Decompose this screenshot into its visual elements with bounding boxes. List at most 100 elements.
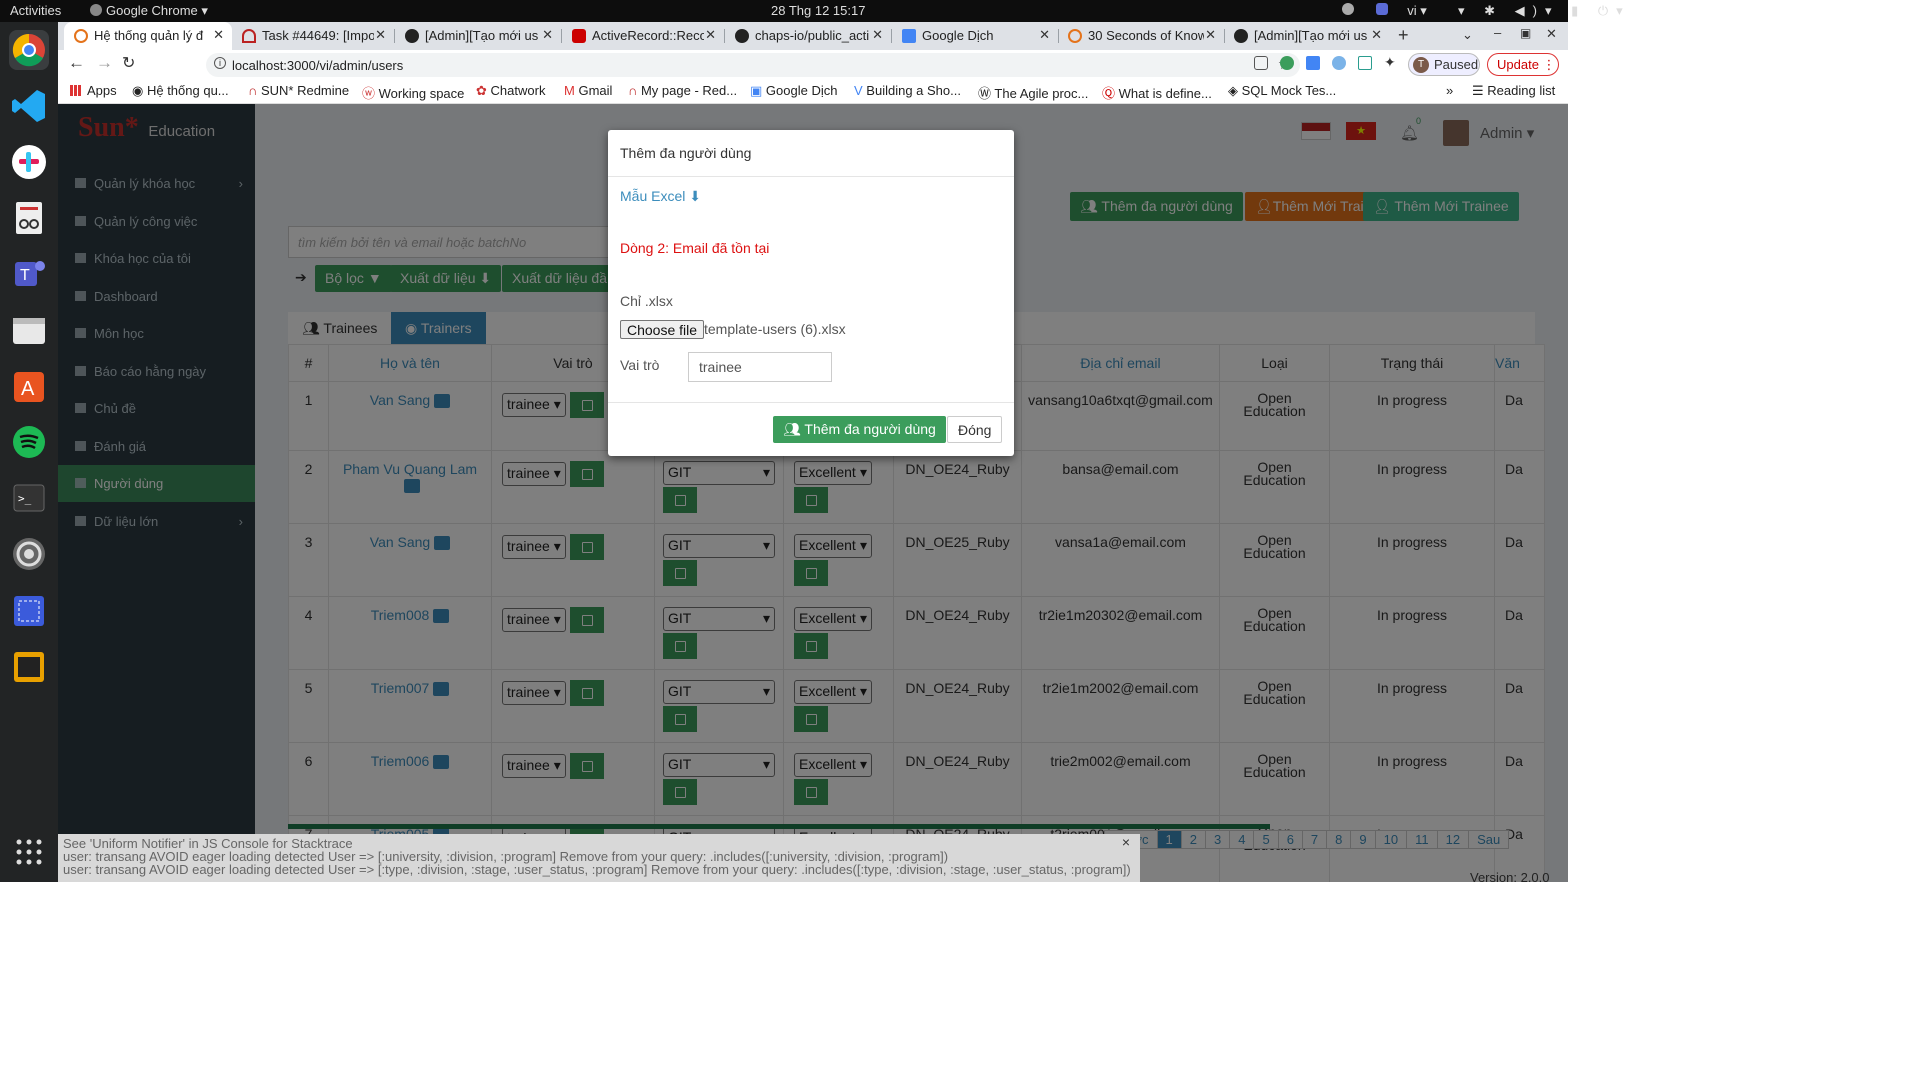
app-menu[interactable]: Google Chrome ▾ [90,3,208,19]
slack-dock-icon[interactable] [9,142,49,182]
bookmark[interactable]: Ⓠ What is define... [1102,83,1212,102]
input-language: vi [1407,3,1417,18]
update-button[interactable]: Update ⋮ [1487,53,1559,76]
reading-list[interactable]: ☰ Reading list [1472,83,1555,99]
github-favicon-icon [405,29,419,43]
avatar: T [1413,57,1429,73]
terminal-dock-icon[interactable]: >_ [9,478,49,518]
chatwork-icon: ✿ [476,83,487,98]
url-text: localhost:3000/vi/admin/users [232,58,404,73]
maximize-icon[interactable]: ▣ [1520,26,1531,40]
github-favicon-icon [735,29,749,43]
bookmark[interactable]: ◉ Hệ thống qu... [132,83,229,99]
uniform-notifier-panel: See 'Uniform Notifier' in JS Console for… [58,834,1140,882]
tab[interactable]: chaps-io/public_acti ✕ [725,22,891,50]
close-tab-icon: ✕ [213,27,224,42]
chrome-small-icon [90,4,102,16]
bookmark[interactable]: ◈ SQL Mock Tes... [1228,83,1336,99]
file-hint: Chỉ .xlsx [620,293,673,309]
close-notifier-icon[interactable]: × [1122,835,1130,849]
translate-extension-icon[interactable] [1306,56,1320,70]
clock[interactable]: 28 Thg 12 15:17 [771,3,865,18]
dock: T A >_ [0,22,58,882]
screenshot-dock-icon[interactable] [9,590,49,630]
close-modal-button[interactable]: Đóng [947,416,1003,443]
choose-file-button[interactable]: Choose file [620,320,705,339]
globe-icon: ◉ [132,83,144,98]
knowledge-favicon-icon [1068,29,1082,43]
redmine-icon: ∩ [628,83,638,98]
show-apps-icon[interactable] [9,832,49,872]
gmail-icon: M [564,83,575,98]
divider [608,176,1014,177]
new-tab-icon[interactable]: + [1398,25,1409,46]
bookmarks-bar: Apps ◉ Hệ thống qu... ∩ SUN* Redmine ⓦ W… [58,78,1568,104]
bookmark[interactable]: ∩ SUN* Redmine [248,83,349,98]
pocket-extension-icon[interactable] [1254,56,1268,70]
bookmark[interactable]: ▣ Google Dịch [750,83,837,99]
forward-icon[interactable]: → [96,53,113,73]
profile-button[interactable]: T Paused [1408,53,1480,76]
puzzle-extensions-icon[interactable]: ✦ [1384,54,1396,71]
vscode-dock-icon[interactable] [9,86,49,126]
tray-icons[interactable]: vi ▾ [1342,3,1427,19]
tab[interactable]: ActiveRecord::Recor ✕ [562,22,724,50]
tab[interactable]: 30 Seconds of Know ✕ [1058,22,1224,50]
google-translate-favicon-icon [902,29,916,43]
chrome-dock-icon[interactable] [9,30,49,70]
tab[interactable]: Task #44649: [Impor ✕ [232,22,394,50]
bookmark[interactable]: ∩ My page - Red... [628,83,737,98]
bookmark-apps[interactable]: Apps [70,83,117,98]
excel-template-link[interactable]: Mẫu Excel ⬇ [620,188,701,205]
screen-recorder-dock-icon[interactable] [9,646,49,686]
activities-button[interactable]: Activities [10,3,61,18]
bookmark[interactable]: V Building a Sho... [854,83,961,98]
tab[interactable]: Hệ thống quản lý đ ✕ [64,22,232,50]
files-dock-icon[interactable] [9,310,49,350]
working-space-icon: ⓦ [362,86,376,101]
settings-tray-icon [1342,3,1354,15]
tab[interactable]: [Admin][Tạo mới us ✕ [395,22,561,50]
extension-icon[interactable] [1332,56,1346,70]
globe-favicon-icon [74,29,88,43]
submit-add-users-button[interactable]: 👥︎ Thêm đa người dùng [773,416,946,443]
tab[interactable]: [Admin][Tạo mới us ✕ [1224,22,1390,50]
reading-list-icon: ☰ [1472,83,1484,98]
close-tab-icon: ✕ [1205,27,1216,42]
tab-search-icon[interactable]: ⌄ [1462,27,1473,43]
web-page: Sun* Education Quản lý khóa học›Quản lý … [58,104,1568,882]
settings-dock-icon[interactable] [9,534,49,574]
role-input[interactable]: trainee [688,352,832,382]
bookmark[interactable]: M Gmail [564,83,612,98]
role-label: Vai trò [620,357,660,373]
extension-icon[interactable] [1358,56,1372,70]
wordpress-icon: Ⓦ [978,86,992,101]
address-bar[interactable]: i localhost:3000/vi/admin/users ☆ [206,53,1300,77]
status-icons[interactable]: ▾ ✱ ◀)▾ ▮ ⏻▾ [1458,3,1631,19]
link-icon: V [854,83,863,98]
quora-icon: Ⓠ [1102,86,1116,101]
tab[interactable]: Google Dịch ✕ [892,22,1058,50]
close-tab-icon: ✕ [1371,27,1382,42]
spotify-dock-icon[interactable] [9,422,49,462]
more-bookmarks-icon[interactable]: » [1446,83,1453,98]
github-favicon-icon [1234,29,1248,43]
diamond-icon: ◈ [1228,83,1238,98]
close-tab-icon: ✕ [375,27,386,42]
extension-icon[interactable] [1280,56,1294,70]
document-viewer-dock-icon[interactable] [9,198,49,238]
close-tab-icon: ✕ [542,27,553,42]
close-window-icon[interactable]: ✕ [1546,26,1557,42]
back-icon[interactable]: ← [68,53,85,73]
bookmark[interactable]: ✿ Chatwork [476,83,545,99]
divider [608,402,1014,403]
bookmark[interactable]: ⓦ Working space [362,83,464,102]
reload-icon[interactable]: ↻ [122,53,135,73]
redmine-icon: ∩ [248,83,258,98]
shield-tray-icon [1375,3,1388,15]
tab-strip: Hệ thống quản lý đ ✕ Task #44649: [Impor ✕… [58,22,1568,50]
teams-dock-icon[interactable]: T [9,254,49,294]
software-dock-icon[interactable]: A [9,366,49,406]
bookmark[interactable]: Ⓦ The Agile proc... [978,83,1088,102]
minimize-icon[interactable]: – [1494,25,1501,40]
